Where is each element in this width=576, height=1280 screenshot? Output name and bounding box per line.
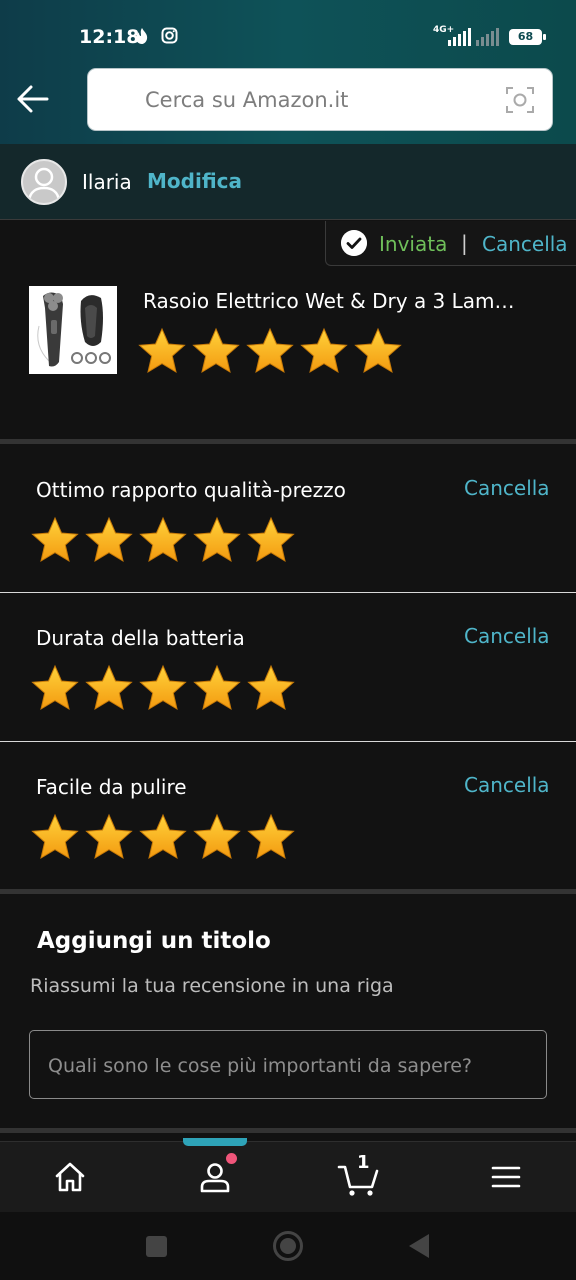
home-icon[interactable] (50, 1157, 90, 1197)
product-rating[interactable] (137, 326, 403, 376)
attribute-rating-value[interactable] (30, 515, 296, 565)
cancel-review-button[interactable]: Cancella (482, 232, 568, 256)
user-name: Ilaria (82, 170, 132, 194)
section-divider (0, 889, 576, 894)
title-section-heading: Aggiungi un titolo (37, 928, 271, 954)
review-title-placeholder: Quali sono le cose più importanti da sap… (48, 1055, 472, 1077)
star-icon[interactable] (246, 515, 296, 565)
star-icon[interactable] (138, 812, 188, 862)
notification-dot (226, 1153, 237, 1164)
star-icon[interactable] (138, 663, 188, 713)
attribute-cancel-button[interactable]: Cancella (464, 624, 550, 648)
star-icon[interactable] (246, 812, 296, 862)
star-icon[interactable] (30, 812, 80, 862)
system-nav-bar (0, 1212, 576, 1280)
status-separator: | (461, 231, 468, 255)
attribute-cancel-button[interactable]: Cancella (464, 476, 550, 500)
signal-strength-secondary-icon (476, 26, 499, 46)
product-title: Rasoio Elettrico Wet & Dry a 3 Lam… (143, 289, 515, 313)
search-input[interactable]: Cerca su Amazon.it (87, 68, 553, 131)
row-divider (0, 592, 576, 593)
star-icon[interactable] (353, 326, 403, 376)
attribute-label-value: Ottimo rapporto qualità-prezzo (36, 478, 346, 502)
check-circle-icon (341, 230, 367, 256)
menu-icon[interactable] (486, 1157, 526, 1197)
battery-tip (543, 34, 546, 40)
review-title-input[interactable]: Quali sono le cose più importanti da sap… (29, 1030, 547, 1099)
review-status-box: Inviata | Cancella (325, 221, 576, 266)
star-icon[interactable] (137, 326, 187, 376)
status-time: 12:18 (79, 26, 140, 48)
flame-icon (136, 28, 148, 44)
star-icon[interactable] (192, 663, 242, 713)
sent-status-label: Inviata (379, 232, 448, 256)
row-divider (0, 741, 576, 742)
status-bar: 12:18 4G+ 68 (0, 0, 576, 72)
product-image (29, 286, 117, 374)
search-placeholder: Cerca su Amazon.it (145, 88, 349, 112)
edit-profile-link[interactable]: Modifica (147, 169, 242, 193)
star-icon[interactable] (30, 663, 80, 713)
camera-search-icon[interactable] (505, 85, 535, 115)
user-bar: Ilaria Modifica (0, 144, 576, 220)
home-button-icon[interactable] (273, 1231, 303, 1261)
attribute-rating-cleaning[interactable] (30, 812, 296, 862)
star-icon[interactable] (84, 515, 134, 565)
instagram-icon (161, 27, 178, 44)
attribute-label-battery: Durata della batteria (36, 626, 245, 650)
section-divider (0, 439, 576, 444)
star-icon[interactable] (192, 515, 242, 565)
avatar (21, 159, 67, 205)
shaver-image-icon (29, 286, 117, 374)
star-icon[interactable] (84, 663, 134, 713)
recents-icon[interactable] (146, 1236, 167, 1257)
bottom-nav: 1 (0, 1141, 576, 1212)
star-icon[interactable] (138, 515, 188, 565)
title-section-subheading: Riassumi la tua recensione in una riga (30, 975, 394, 997)
user-avatar-icon (27, 167, 61, 202)
star-icon[interactable] (246, 663, 296, 713)
section-divider (0, 1128, 576, 1133)
attribute-label-cleaning: Facile da pulire (36, 775, 187, 799)
signal-strength-icon (448, 26, 471, 46)
back-button-icon[interactable] (409, 1234, 429, 1258)
attribute-cancel-button[interactable]: Cancella (464, 773, 550, 797)
star-icon[interactable] (84, 812, 134, 862)
star-icon[interactable] (30, 515, 80, 565)
back-arrow-icon[interactable] (16, 84, 50, 114)
star-icon[interactable] (299, 326, 349, 376)
active-tab-indicator (183, 1138, 247, 1146)
attribute-rating-battery[interactable] (30, 663, 296, 713)
cart-count-badge: 1 (357, 1152, 370, 1173)
app-header: 12:18 4G+ 68 Cerca su Amazon.it (0, 0, 576, 144)
battery-icon: 68 (509, 29, 542, 45)
star-icon[interactable] (192, 812, 242, 862)
star-icon[interactable] (191, 326, 241, 376)
star-icon[interactable] (245, 326, 295, 376)
